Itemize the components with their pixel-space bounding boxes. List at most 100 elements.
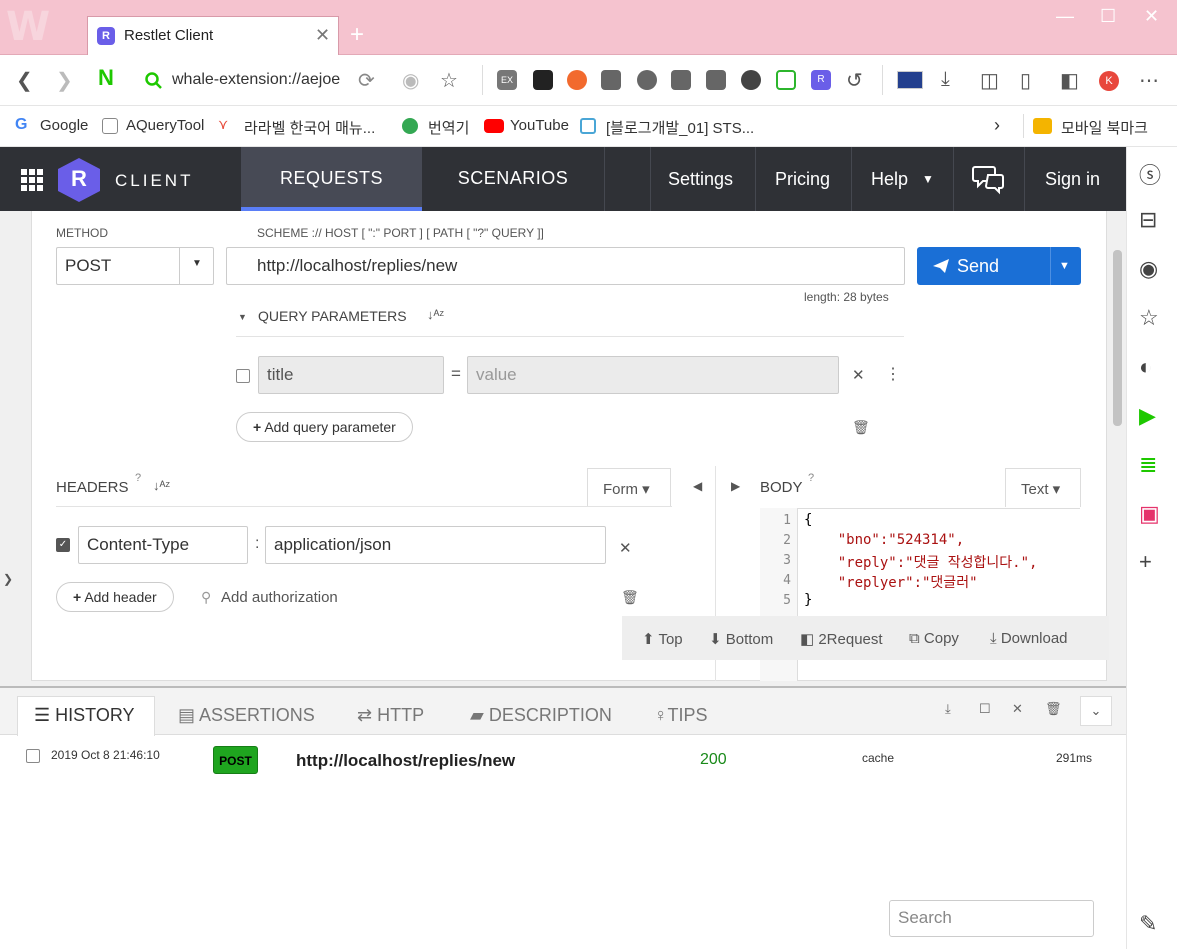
naver-icon[interactable]: N — [98, 65, 114, 91]
help-caret-icon[interactable]: ▼ — [922, 147, 934, 211]
new-tab-icon[interactable]: + — [350, 21, 364, 49]
maximize-icon[interactable]: ☐ — [1100, 6, 1116, 27]
ext-i2-icon[interactable] — [671, 70, 691, 90]
expand-left-icon[interactable]: ❯ — [3, 572, 13, 586]
minimize-icon[interactable]: — — [1056, 6, 1074, 27]
header-value-input[interactable]: application/json — [265, 526, 606, 564]
ext-lifebuoy-icon[interactable] — [567, 70, 587, 90]
remove-header-icon[interactable]: ✕ — [619, 539, 632, 557]
add-header-button[interactable]: + Add header — [56, 582, 174, 612]
export-icon[interactable]: ⤓ — [945, 701, 951, 717]
add-authorization-link[interactable]: Add authorization — [221, 589, 338, 606]
collapse-right-icon[interactable]: ▶ — [731, 479, 740, 493]
param-menu-icon[interactable]: ⋮ — [885, 364, 901, 384]
trash-icon[interactable]: 🗑 — [852, 419, 870, 436]
ext-penguin-icon[interactable] — [533, 70, 553, 90]
chat-icon[interactable] — [972, 163, 1006, 195]
query-value-input[interactable]: value — [467, 356, 839, 394]
help-link[interactable]: Help — [871, 147, 908, 211]
sign-in-link[interactable]: Sign in — [1045, 147, 1100, 211]
download-button[interactable]: ⤓ Download — [990, 630, 1068, 647]
header-checkbox[interactable]: ✓ — [56, 538, 70, 552]
url-input[interactable]: http://localhost/replies/new — [226, 247, 905, 285]
tab-description[interactable]: ▰ DESCRIPTION — [470, 705, 612, 726]
lightning-search-icon[interactable]: ⓢ — [1139, 158, 1161, 190]
forward-icon[interactable]: ❯ — [56, 68, 73, 93]
tab-requests[interactable]: REQUESTS — [241, 147, 422, 211]
reload-icon[interactable]: ⟳ — [358, 68, 375, 93]
query-param-checkbox[interactable] — [236, 369, 250, 383]
apps-grid-icon[interactable] — [21, 169, 43, 191]
tab-http[interactable]: ⇄ HTTP — [357, 705, 424, 726]
search-input[interactable]: Search — [889, 900, 1094, 937]
tab-assertions[interactable]: ▤ ASSERTIONS — [178, 705, 315, 726]
profile-avatar[interactable]: K — [1099, 71, 1119, 91]
bookmark-star-icon[interactable]: ☆ — [440, 68, 458, 93]
method-caret-icon[interactable]: ▼ — [192, 258, 202, 269]
bookmark-laravel[interactable]: 라라벨 한국어 매뉴... — [244, 117, 375, 138]
ext-sync-icon[interactable] — [741, 70, 761, 90]
star-icon[interactable]: ☆ — [1139, 305, 1159, 331]
body-mode-select[interactable]: Text ▾ — [1005, 468, 1081, 507]
history-icon[interactable]: ↺ — [846, 68, 863, 93]
send-caret-icon[interactable]: ▼ — [1059, 260, 1070, 272]
pricing-link[interactable]: Pricing — [775, 147, 830, 211]
help-icon[interactable]: ? — [135, 472, 141, 484]
browser-tab[interactable]: R Restlet Client ✕ — [87, 16, 339, 55]
screenshot-icon[interactable]: ◫ — [980, 68, 999, 93]
bookmark-mobile[interactable]: 모바일 북마크 — [1061, 117, 1148, 138]
whale-shield-icon[interactable]: ◉ — [402, 68, 419, 93]
trash-icon[interactable]: 🗑 — [621, 589, 639, 606]
add-sidebar-icon[interactable]: + — [1139, 549, 1152, 575]
tab-scenarios[interactable]: SCENARIOS — [422, 147, 604, 211]
add-query-param-button[interactable]: + Add query parameter — [236, 412, 413, 442]
ext-tv-icon[interactable] — [776, 70, 796, 90]
bookmark-aquerytool[interactable]: AQueryTool — [126, 117, 204, 134]
more-menu-icon[interactable]: ⋯ — [1139, 68, 1159, 93]
address-bar[interactable]: whale-extension://aejoe — [172, 71, 367, 89]
play-icon[interactable]: ▶ — [1139, 403, 1156, 429]
whale-shield-icon[interactable]: ◉ — [1139, 256, 1158, 282]
settings-link[interactable]: Settings — [668, 147, 733, 211]
close-panel-icon[interactable]: ✕ — [1012, 701, 1023, 717]
tab-history[interactable]: ☰ HISTORY — [34, 705, 135, 726]
pin-icon[interactable]: ✎ — [1139, 911, 1157, 937]
close-window-icon[interactable]: ✕ — [1144, 6, 1159, 27]
remove-param-icon[interactable]: ✕ — [852, 366, 865, 384]
maximize-panel-icon[interactable]: ☐ — [979, 701, 991, 717]
collapse-panel-icon[interactable]: ⌄ — [1080, 696, 1112, 726]
list-icon[interactable]: ≣ — [1139, 452, 1157, 478]
to-request-button[interactable]: ◧ 2Request — [800, 630, 883, 648]
row-checkbox[interactable] — [26, 749, 40, 763]
form-toggle[interactable]: Form ▾ — [587, 468, 671, 507]
bookmark-google[interactable]: Google — [40, 117, 88, 134]
ex-extension-icon[interactable]: EX — [497, 70, 517, 90]
sort-az-icon[interactable]: ↓ᴬᶻ — [427, 307, 444, 322]
twitch-icon[interactable]: ▣ — [1139, 501, 1160, 527]
close-tab-icon[interactable]: ✕ — [315, 25, 330, 46]
ext-restlet-icon[interactable]: R — [811, 70, 831, 90]
ext-compass-icon[interactable] — [637, 70, 657, 90]
bookmark-translator[interactable]: 번역기 — [428, 117, 469, 138]
sidebar-toggle-icon[interactable]: ▯ — [1020, 68, 1031, 93]
split-view-icon[interactable]: ◧ — [1060, 68, 1079, 93]
send-button[interactable]: Send ▼ — [917, 247, 1081, 285]
table-row[interactable]: 2019 Oct 8 21:46:10 http://localhost/rep… — [0, 737, 1126, 782]
bookmark-blog[interactable]: [블로그개발_01] STS... — [606, 117, 754, 138]
help-icon[interactable]: ? — [808, 472, 814, 484]
method-select[interactable]: POST — [56, 247, 214, 285]
back-icon[interactable]: ❮ — [16, 68, 33, 93]
ext-i-icon[interactable] — [601, 70, 621, 90]
collapse-left-icon[interactable]: ◀ — [693, 479, 702, 493]
bottom-button[interactable]: ⬇ Bottom — [709, 630, 773, 648]
header-name-input[interactable]: Content-Type — [78, 526, 248, 564]
copy-button[interactable]: ⧉ Copy — [909, 630, 959, 647]
inbox-icon[interactable]: ⊟ — [1139, 207, 1157, 233]
tab-tips[interactable]: ♀TIPS — [654, 705, 708, 726]
bookmark-youtube[interactable]: YouTube — [510, 117, 569, 134]
ext-line-icon[interactable] — [706, 70, 726, 90]
top-button[interactable]: ⬆ Top — [642, 630, 683, 648]
download-icon[interactable]: ⤓ — [941, 68, 950, 91]
clear-history-icon[interactable]: 🗑 — [1045, 701, 1062, 717]
sort-az-icon[interactable]: ↓ᴬᶻ — [153, 478, 170, 493]
